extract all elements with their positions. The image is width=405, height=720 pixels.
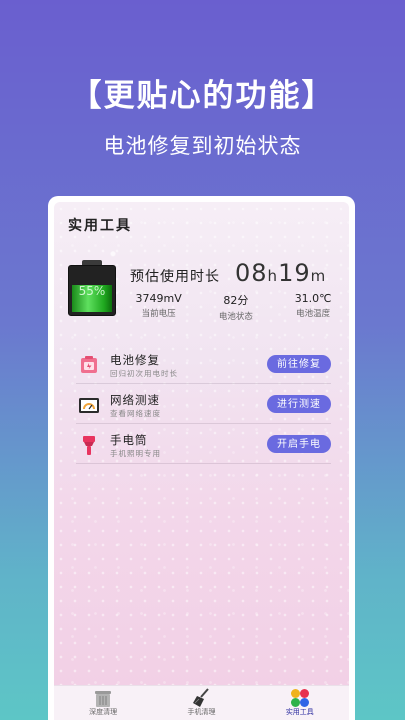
battery-stats: 3749mV 当前电压 82分 电池状态 31.0℃ 电池温度 bbox=[120, 292, 349, 322]
tab-phone-clean[interactable]: 手机清理 bbox=[152, 686, 250, 720]
stat-health: 82分 电池状态 bbox=[197, 292, 274, 322]
page-title: 实用工具 bbox=[68, 218, 132, 234]
stat-label: 当前电压 bbox=[141, 309, 176, 319]
stat-label: 电池温度 bbox=[296, 309, 331, 319]
stat-voltage: 3749mV 当前电压 bbox=[120, 292, 197, 322]
estimate-value: 08h19m bbox=[235, 259, 326, 287]
battery-percent: 55% bbox=[78, 284, 106, 298]
estimate-label: 预估使用时长 bbox=[130, 269, 220, 285]
tab-deep-clean[interactable]: 深度清理 bbox=[54, 686, 152, 720]
estimate-minutes-unit: m bbox=[310, 267, 327, 285]
app-screen: 实用工具 55% 预估使用时长 08h19m 3749mV 当前电压 82分 电… bbox=[54, 202, 349, 720]
tool-description: 查看网络速度 bbox=[110, 409, 161, 418]
flashlight-button[interactable]: 开启手电 bbox=[267, 435, 331, 453]
stat-value: 31.0℃ bbox=[294, 292, 332, 305]
tab-label: 实用工具 bbox=[285, 708, 314, 716]
tool-title: 网络测速 bbox=[110, 393, 160, 407]
tab-label: 手机清理 bbox=[187, 708, 216, 716]
list-item-battery-repair: 电池修复 回归初次用电时长 前往修复 bbox=[66, 344, 337, 382]
tab-label: 深度清理 bbox=[89, 708, 118, 716]
tools-list: 电池修复 回归初次用电时长 前往修复 网络测速 查看网络速度 进行测速 手电筒 … bbox=[66, 340, 337, 496]
speed-test-button[interactable]: 进行测速 bbox=[267, 395, 331, 413]
battery-icon: 55% bbox=[68, 260, 116, 316]
battery-repair-button[interactable]: 前往修复 bbox=[267, 355, 331, 373]
tool-description: 回归初次用电时长 bbox=[110, 369, 178, 378]
promo-headline: 【更贴心的功能】 bbox=[70, 78, 335, 114]
estimate-hours: 08 bbox=[235, 259, 268, 287]
stat-value: 3749mV bbox=[135, 292, 182, 305]
tool-title: 手电筒 bbox=[110, 433, 148, 447]
bottom-tab-bar: 深度清理 手机清理 实用工具 bbox=[54, 685, 349, 720]
battery-repair-icon bbox=[78, 354, 100, 376]
list-item-flashlight: 手电筒 手机照明专用 开启手电 bbox=[66, 424, 337, 462]
speedometer-icon bbox=[78, 394, 100, 416]
promo-subline: 电池修复到初始状态 bbox=[103, 134, 302, 158]
tool-title: 电池修复 bbox=[110, 353, 160, 367]
stat-temperature: 31.0℃ 电池温度 bbox=[275, 292, 350, 322]
estimate-hours-unit: h bbox=[267, 267, 279, 285]
divider bbox=[76, 463, 331, 464]
list-item-speed-test: 网络测速 查看网络速度 进行测速 bbox=[66, 384, 337, 422]
stat-value: 82分 bbox=[223, 294, 249, 307]
tab-utility-tools[interactable]: 实用工具 bbox=[251, 686, 349, 720]
tool-description: 手机照明专用 bbox=[110, 449, 161, 458]
flashlight-icon bbox=[78, 434, 100, 456]
phone-frame: 实用工具 55% 预估使用时长 08h19m 3749mV 当前电压 82分 电… bbox=[48, 196, 355, 720]
estimate-minutes: 19 bbox=[278, 259, 311, 287]
stat-label: 电池状态 bbox=[218, 312, 253, 322]
